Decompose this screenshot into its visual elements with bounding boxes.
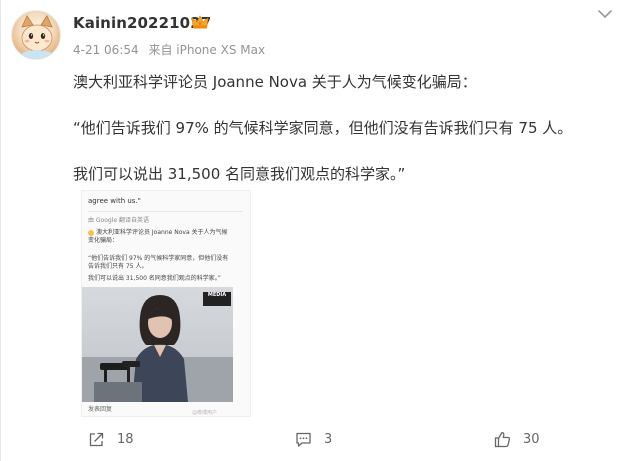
emoji-icon xyxy=(88,229,94,236)
weibo-post-card: Kainin20221027 4-21 06:54 来自 iPhone XS M… xyxy=(0,0,630,461)
post-text-line: 我们可以说出 31,500 名同意我们观点的科学家。” xyxy=(73,165,406,183)
post-date[interactable]: 4-21 06:54 xyxy=(73,43,139,57)
comment-count: 3 xyxy=(324,431,333,447)
post-text-line: 澳大利亚科学评论员 Joanne Nova 关于人为气候变化骗局： xyxy=(73,73,477,91)
image-divider xyxy=(88,211,243,212)
share-icon xyxy=(89,432,104,446)
thumbs-up-icon xyxy=(494,431,511,447)
image-text-line: 告诉我们只有 75 人。 xyxy=(88,263,148,270)
share-count: 18 xyxy=(117,431,134,447)
image-text-line: 由 Google 翻译自英语 xyxy=(88,217,149,224)
chevron-down-icon[interactable] xyxy=(597,8,613,20)
image-text-line: agree with us." xyxy=(88,197,141,205)
post-source: 来自 iPhone XS Max xyxy=(148,43,266,57)
comment-button[interactable]: 3 xyxy=(295,428,332,450)
like-count: 30 xyxy=(523,431,540,447)
image-text-line: 澳大利亚科学评论员 Joanne Nova 关于人为气候 xyxy=(88,229,228,237)
like-button[interactable]: 30 xyxy=(494,428,540,450)
share-button[interactable]: 18 xyxy=(88,428,134,450)
comment-icon xyxy=(296,432,311,447)
post-actions: 18 3 30 xyxy=(1,428,630,450)
post-text-line: “他们告诉我们 97% 的气候科学家同意，但他们没有告诉我们只有 75 人。 xyxy=(73,119,573,137)
image-text-line: 变化骗局： xyxy=(88,237,119,244)
media-badge: MEDIA xyxy=(203,292,231,306)
video-still[interactable]: MEDIA xyxy=(82,287,233,402)
image-footer-text: 发表回复 xyxy=(88,406,113,413)
image-watermark: @微博用户 xyxy=(192,410,218,416)
crown-icon xyxy=(191,15,209,29)
avatar[interactable] xyxy=(11,10,61,60)
post-meta: 4-21 06:54 来自 iPhone XS Max xyxy=(73,41,271,58)
post-image[interactable]: agree with us." 由 Google 翻译自英语 澳大利亚科学评论员… xyxy=(81,190,251,417)
image-text-span: 澳大利亚科学评论员 Joanne Nova 关于人为气候 xyxy=(96,229,228,236)
image-text-line: 我们可以说出 31,500 名同意我们观点的科学家。” xyxy=(88,275,221,282)
cat-avatar-icon xyxy=(21,15,53,59)
